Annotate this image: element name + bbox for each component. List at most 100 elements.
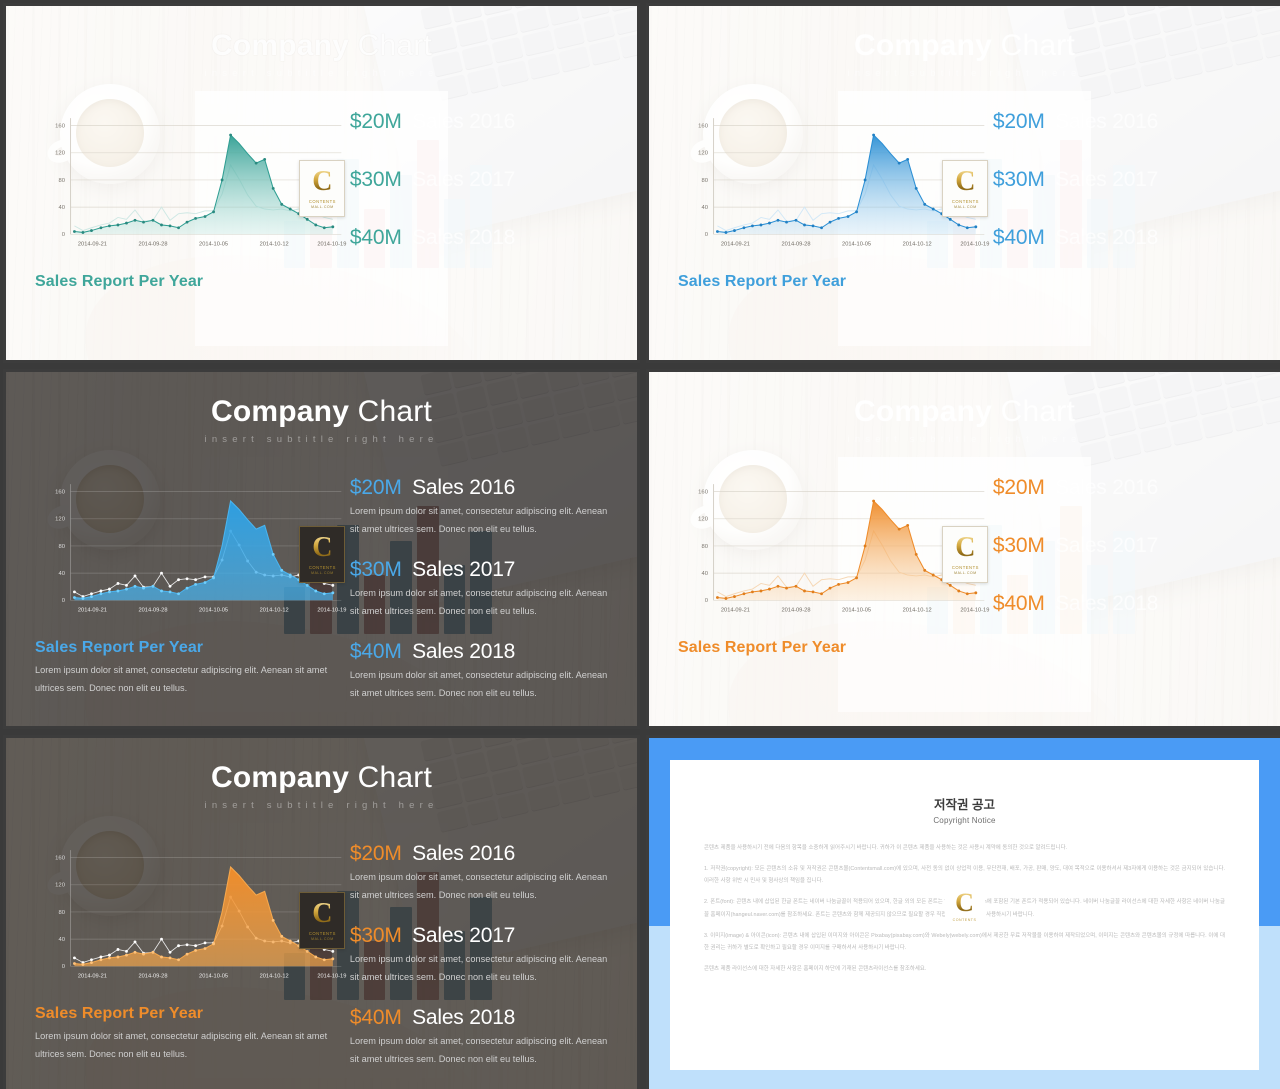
slide-blue-dark[interactable]: Company Chart insert subtitle right here <box>3 369 640 729</box>
page-subtitle: insert subtitle right here <box>847 433 1082 445</box>
contents-logo-badge: C CONTENTS MALL.COM <box>942 159 989 217</box>
stat-amount: $40M <box>992 226 1045 250</box>
slide-copyright-notice[interactable]: 저작권 공고 Copyright Notice 콘텐츠 제품을 사용하시기 전에… <box>646 735 1280 1089</box>
logo-line2: MALL.COM <box>311 204 334 209</box>
stats-list: $20M Sales 2016 $30M Sales 2017 $40M Sal… <box>993 110 1258 269</box>
sales-report-heading: Sales Report Per Year <box>35 639 204 657</box>
title-light: Chart <box>349 29 432 62</box>
stat-body: Lorem ipsum dolor sit amet, consectetur … <box>349 872 608 901</box>
slide-orange-dark[interactable]: Company Chart insert subtitle right here <box>3 735 640 1089</box>
slide-blue-light[interactable]: Company Chart insert subtitle right here <box>646 3 1280 363</box>
stat-amount: $40M <box>349 1006 402 1030</box>
stat-label: Sales 2017 <box>1055 534 1159 558</box>
logo-line2: MALL.COM <box>311 936 334 941</box>
svg-text:0: 0 <box>704 232 708 238</box>
sales-report-block: Sales Report Per Year Lorem ipsum dolor … <box>35 1005 332 1064</box>
copyright-paragraph: 3. 이미지(image) & 아이콘(icon): 콘텐츠 내에 삽입된 이미… <box>704 932 1225 951</box>
stat-item: $30M Sales 2017 Lorem ipsum dolor sit am… <box>350 558 615 621</box>
svg-text:2014-09-21: 2014-09-21 <box>721 242 750 248</box>
stat-label: Sales 2016 <box>1055 476 1159 500</box>
page-title: Company Chart <box>6 29 637 63</box>
stat-item: $20M Sales 2016 <box>993 110 1258 134</box>
stat-item: $20M Sales 2016 <box>993 476 1258 500</box>
svg-text:2014-10-12: 2014-10-12 <box>902 242 931 248</box>
sales-report-block: Sales Report Per Year <box>678 273 975 291</box>
contents-logo-watermark: C CONTENTS <box>944 879 985 932</box>
svg-text:120: 120 <box>698 517 709 523</box>
title-bold: Company <box>211 395 350 428</box>
stat-label: Sales 2017 <box>1055 168 1159 192</box>
svg-text:80: 80 <box>701 544 708 550</box>
svg-text:2014-10-05: 2014-10-05 <box>842 608 871 614</box>
logo-line1: CONTENTS <box>308 198 336 204</box>
logo-letter: C <box>312 165 333 197</box>
stat-amount: $20M <box>349 842 402 866</box>
contents-logo-badge: C CONTENTS MALL.COM <box>942 525 989 583</box>
svg-text:2014-09-28: 2014-09-28 <box>138 974 167 980</box>
contents-logo-badge: C CONTENTS MALL.COM <box>299 159 346 217</box>
svg-text:160: 160 <box>55 124 66 130</box>
svg-text:120: 120 <box>55 883 66 889</box>
copyright-paper: 저작권 공고 Copyright Notice 콘텐츠 제품을 사용하시기 전에… <box>670 760 1259 1070</box>
stat-item: $40M Sales 2018 <box>993 226 1258 250</box>
svg-text:2014-10-19: 2014-10-19 <box>317 608 346 614</box>
title-bold: Company <box>211 761 350 794</box>
stat-amount: $40M <box>349 226 402 250</box>
sales-report-body: Lorem ipsum dolor sit amet, consectetur … <box>35 1031 328 1060</box>
svg-text:2014-10-05: 2014-10-05 <box>199 974 228 980</box>
svg-text:160: 160 <box>55 490 66 496</box>
svg-text:160: 160 <box>55 856 66 862</box>
stat-item: $20M Sales 2016 Lorem ipsum dolor sit am… <box>350 842 615 905</box>
sales-report-block: Sales Report Per Year <box>35 273 332 291</box>
stat-item: $40M Sales 2018 <box>993 592 1258 616</box>
page-subtitle: insert subtitle right here <box>204 799 439 811</box>
logo-text: CONTENTS <box>952 917 977 922</box>
stat-label: Sales 2017 <box>412 558 516 582</box>
svg-text:0: 0 <box>61 232 65 238</box>
stat-amount: $20M <box>349 110 402 134</box>
svg-text:160: 160 <box>698 490 709 496</box>
stat-item: $30M Sales 2017 <box>993 168 1258 192</box>
stats-list: $20M Sales 2016 $30M Sales 2017 $40M Sal… <box>993 476 1258 635</box>
logo-letter: C <box>955 531 976 563</box>
svg-text:160: 160 <box>698 124 709 130</box>
svg-text:40: 40 <box>58 205 65 211</box>
logo-line2: MALL.COM <box>954 204 977 209</box>
svg-text:40: 40 <box>58 571 65 577</box>
svg-text:2014-10-19: 2014-10-19 <box>317 242 346 248</box>
stat-item: $20M Sales 2016 <box>350 110 615 134</box>
svg-text:2014-10-12: 2014-10-12 <box>902 608 931 614</box>
svg-text:2014-10-05: 2014-10-05 <box>199 242 228 248</box>
sales-report-body: Lorem ipsum dolor sit amet, consectetur … <box>35 665 328 694</box>
copyright-paragraph: 콘텐츠 제품을 사용하시기 전에 다음의 항목을 소중하게 읽어주시기 바랍니다… <box>704 845 1068 851</box>
svg-text:2014-09-21: 2014-09-21 <box>78 242 107 248</box>
stat-amount: $40M <box>992 592 1045 616</box>
stat-body: Lorem ipsum dolor sit amet, consectetur … <box>349 670 608 699</box>
copyright-title: 저작권 공고 <box>934 798 995 812</box>
stat-item: $30M Sales 2017 <box>993 534 1258 558</box>
title-light: Chart <box>992 29 1075 62</box>
stat-label: Sales 2016 <box>1055 110 1159 134</box>
sales-report-heading: Sales Report Per Year <box>678 273 847 291</box>
svg-text:2014-10-19: 2014-10-19 <box>960 242 989 248</box>
stat-amount: $30M <box>992 534 1045 558</box>
stat-item: $30M Sales 2017 <box>350 168 615 192</box>
slide-teal-light[interactable]: Company Chart insert subtitle right here <box>3 3 640 363</box>
svg-text:2014-10-12: 2014-10-12 <box>259 974 288 980</box>
stat-label: Sales 2016 <box>412 110 516 134</box>
stat-item: $40M Sales 2018 Lorem ipsum dolor sit am… <box>350 1006 615 1069</box>
sales-report-heading: Sales Report Per Year <box>678 639 847 657</box>
slide-orange-light[interactable]: Company Chart insert subtitle right here <box>646 369 1280 729</box>
title-bold: Company <box>854 29 993 62</box>
stat-label: Sales 2018 <box>412 1006 516 1030</box>
logo-letter: C <box>955 887 974 917</box>
svg-text:40: 40 <box>58 937 65 943</box>
svg-text:40: 40 <box>701 571 708 577</box>
stat-body: Lorem ipsum dolor sit amet, consectetur … <box>349 954 608 983</box>
stat-item: $40M Sales 2018 Lorem ipsum dolor sit am… <box>350 640 615 703</box>
svg-text:0: 0 <box>61 598 65 604</box>
svg-text:2014-09-28: 2014-09-28 <box>781 608 810 614</box>
stat-label: Sales 2018 <box>1055 226 1159 250</box>
stat-label: Sales 2017 <box>412 168 516 192</box>
stats-list: $20M Sales 2016 $30M Sales 2017 $40M Sal… <box>350 110 615 269</box>
